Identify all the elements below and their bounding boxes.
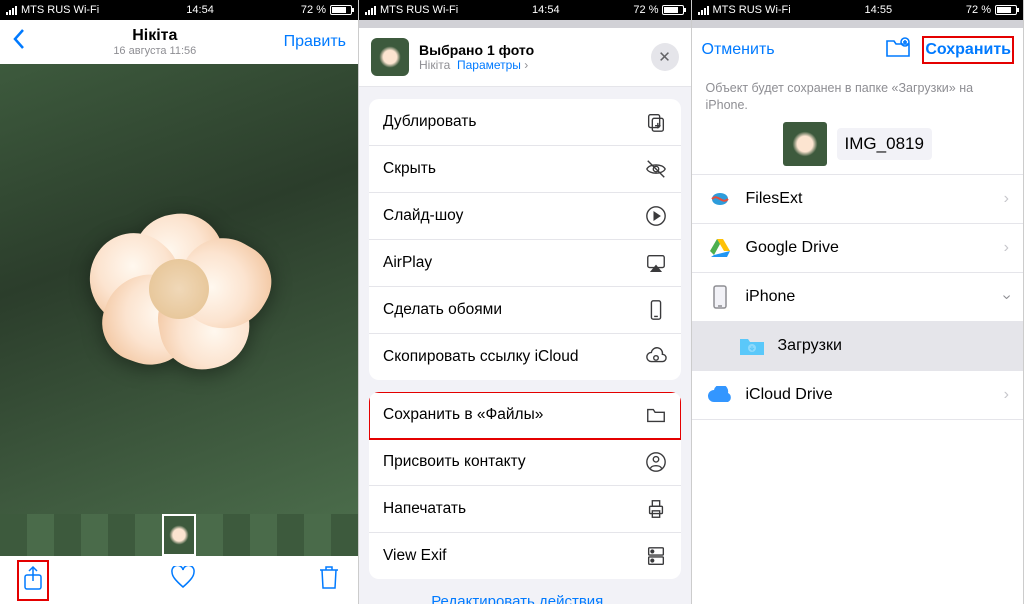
location-iphone[interactable]: iPhone › (692, 273, 1024, 322)
photo-content (89, 204, 269, 374)
battery-percent: 72 % (301, 4, 326, 16)
cloud-link-icon (645, 346, 667, 368)
selection-thumbnail (371, 38, 409, 76)
chevron-right-icon: › (1004, 239, 1009, 257)
gdrive-icon (706, 234, 734, 262)
edit-actions-link[interactable]: Редактировать действия… (369, 579, 681, 604)
sheet-header: Выбрано 1 фото Нікіта Параметры › ✕ (359, 28, 691, 87)
chevron-right-icon: › (1004, 386, 1009, 404)
location-google-drive[interactable]: Google Drive › (692, 224, 1024, 273)
options-link[interactable]: Параметры (457, 58, 521, 72)
close-button[interactable]: ✕ (651, 43, 679, 71)
status-bar: MTS RUS Wi-Fi 14:54 72 % (359, 0, 691, 20)
location-filesext[interactable]: FilesExt › (692, 175, 1024, 224)
eye-slash-icon (645, 158, 667, 180)
nav-bar: Отменить Сохранить (692, 28, 1024, 72)
phone-icon (645, 299, 667, 321)
new-folder-button[interactable] (885, 37, 911, 64)
chevron-right-icon: › (1004, 190, 1009, 208)
back-button[interactable] (12, 28, 26, 57)
chevron-down-icon: › (997, 294, 1015, 299)
save-button[interactable]: Сохранить (923, 37, 1013, 63)
save-destination-note: Объект будет сохранен в папке «Загрузки»… (706, 80, 1010, 114)
location-downloads[interactable]: Загрузки (692, 322, 1024, 371)
carrier-label: MTS RUS Wi-Fi (21, 4, 99, 16)
clock: 14:54 (532, 4, 560, 16)
downloads-folder-icon (738, 332, 766, 360)
selection-source: Нікіта (419, 58, 450, 72)
airplay-icon (645, 252, 667, 274)
screen-save-to-files: MTS RUS Wi-Fi 14:55 72 % Отменить Сохран… (692, 0, 1024, 604)
favorite-button[interactable] (170, 566, 196, 595)
printer-icon (645, 498, 667, 520)
status-bar: MTS RUS Wi-Fi 14:54 72 % (0, 0, 358, 20)
action-duplicate[interactable]: Дублировать (369, 99, 681, 146)
battery-percent: 72 % (633, 4, 658, 16)
nav-bar: Нікіта 16 августа 11:56 Править (0, 20, 358, 64)
selection-count: Выбрано 1 фото (419, 42, 641, 58)
duplicate-icon (645, 111, 667, 133)
action-print[interactable]: Напечатать (369, 486, 681, 533)
action-wallpaper[interactable]: Сделать обоями (369, 287, 681, 334)
action-hide[interactable]: Скрыть (369, 146, 681, 193)
play-circle-icon (645, 205, 667, 227)
edit-button[interactable]: Править (284, 33, 346, 51)
exif-icon (645, 545, 667, 567)
iphone-icon (706, 283, 734, 311)
clock: 14:54 (186, 4, 214, 16)
action-copy-icloud-link[interactable]: Скопировать ссылку iCloud (369, 334, 681, 380)
cancel-button[interactable]: Отменить (702, 41, 775, 59)
file-thumbnail (783, 122, 827, 166)
person-circle-icon (645, 451, 667, 473)
icloud-icon (706, 381, 734, 409)
bottom-toolbar (0, 556, 358, 604)
battery-percent: 72 % (966, 4, 991, 16)
location-list: FilesExt › Google Drive › iPhone › Загру… (692, 175, 1024, 604)
location-icloud-drive[interactable]: iCloud Drive › (692, 371, 1024, 420)
screen-share-sheet: MTS RUS Wi-Fi 14:54 72 % Выбрано 1 фото … (359, 0, 692, 604)
delete-button[interactable] (318, 565, 340, 596)
action-view-exif[interactable]: View Exif (369, 533, 681, 579)
carrier-label: MTS RUS Wi-Fi (713, 4, 791, 16)
nav-title: Нікіта (113, 27, 196, 45)
sheet-grabber-area (692, 20, 1024, 28)
nav-subtitle: 16 августа 11:56 (113, 45, 196, 57)
app-icon (706, 185, 734, 213)
photo-viewport[interactable] (0, 64, 358, 514)
action-assign-contact[interactable]: Присвоить контакту (369, 439, 681, 486)
screen-photo-detail: MTS RUS Wi-Fi 14:54 72 % Нікіта 16 авгус… (0, 0, 359, 604)
filename-field[interactable]: IMG_0819 (837, 128, 932, 160)
action-slideshow[interactable]: Слайд-шоу (369, 193, 681, 240)
status-bar: MTS RUS Wi-Fi 14:55 72 % (692, 0, 1024, 20)
action-save-to-files[interactable]: Сохранить в «Файлы» (369, 392, 681, 439)
sheet-grabber-area (359, 20, 691, 28)
clock: 14:55 (865, 4, 893, 16)
action-airplay[interactable]: AirPlay (369, 240, 681, 287)
thumbnail-strip[interactable] (0, 514, 358, 556)
folder-icon (645, 404, 667, 426)
carrier-label: MTS RUS Wi-Fi (380, 4, 458, 16)
share-button[interactable] (18, 561, 48, 600)
